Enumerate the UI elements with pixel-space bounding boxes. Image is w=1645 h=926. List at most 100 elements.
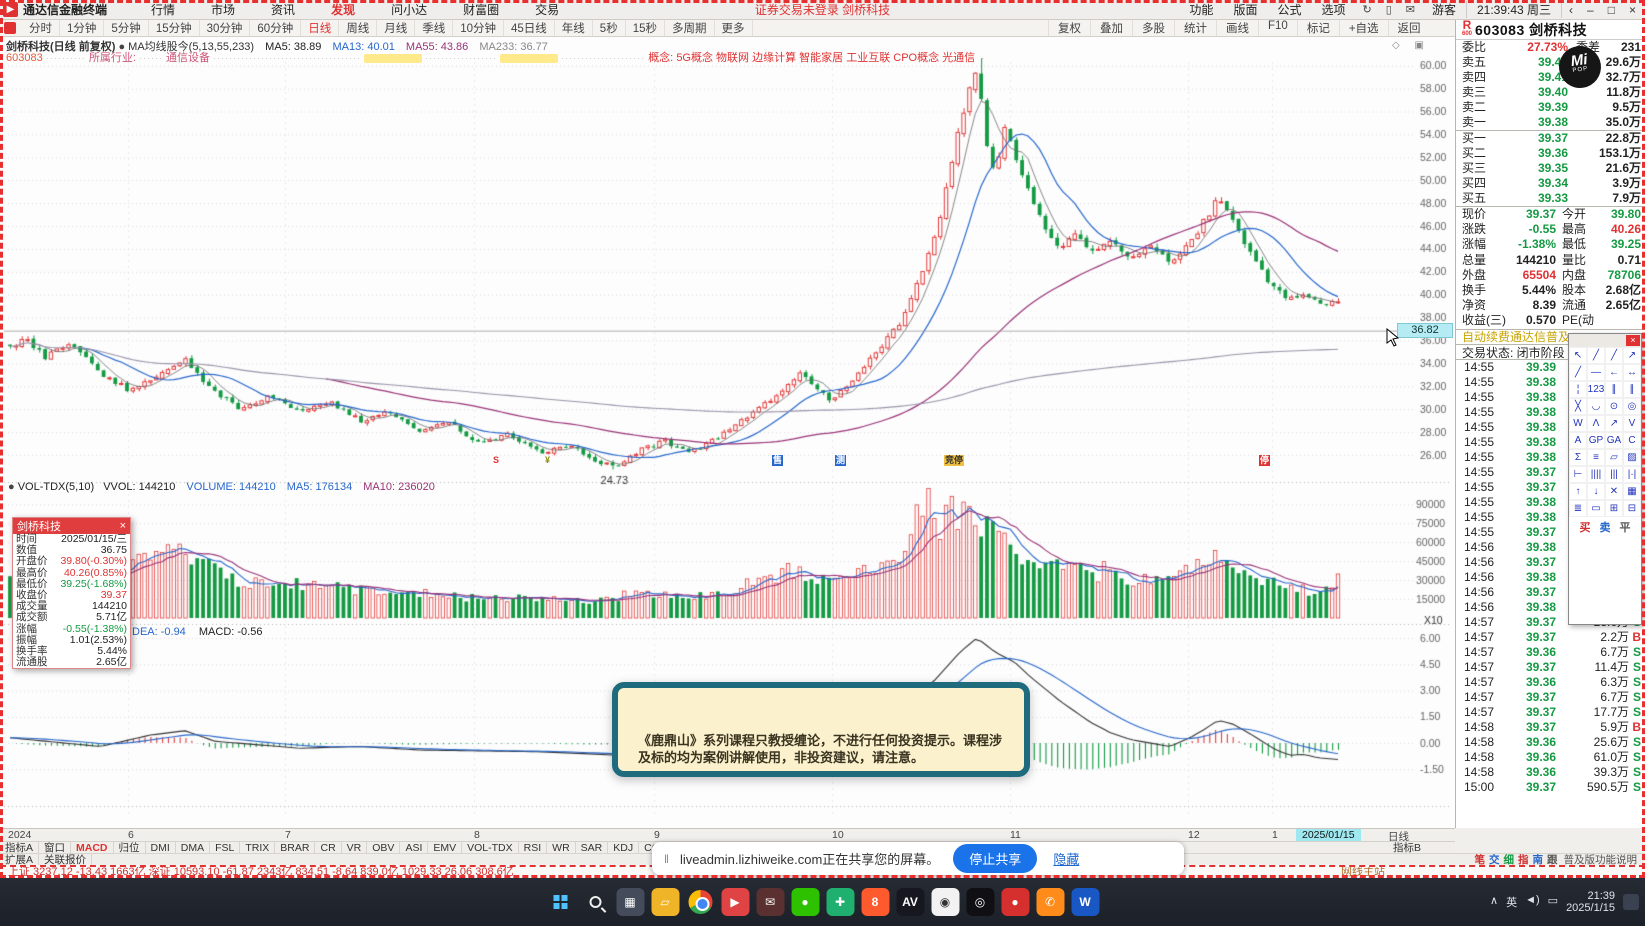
menu-问小达[interactable]: 问小达 <box>373 1 445 18</box>
mail-app-icon[interactable]: ✉ <box>756 888 784 916</box>
tool-叠加[interactable]: 叠加 <box>1090 20 1132 36</box>
message-icon[interactable]: ✉ <box>1399 3 1422 16</box>
tab-FSL[interactable]: FSL <box>210 842 241 854</box>
search-icon[interactable] <box>581 888 609 916</box>
tab-DMA[interactable]: DMA <box>176 842 211 854</box>
period-45日线[interactable]: 45日线 <box>504 20 555 36</box>
bid-row[interactable]: 买四 39.34 3.9万 <box>1456 176 1645 191</box>
close-icon[interactable]: × <box>1626 335 1640 346</box>
period-30分钟[interactable]: 30分钟 <box>200 20 251 36</box>
chart-marker[interactable]: 竞停 <box>944 455 965 466</box>
draw-tool-icon-39[interactable]: ⊟ <box>1623 500 1641 517</box>
period-多周期[interactable]: 多周期 <box>665 20 715 36</box>
tab-窗口[interactable]: 窗口 <box>39 842 72 854</box>
period-1分钟[interactable]: 1分钟 <box>60 20 105 36</box>
bid-row[interactable]: 买三 39.35 21.6万 <box>1456 161 1645 176</box>
draw-tool-icon-31[interactable]: |·| <box>1623 466 1641 483</box>
tray-expand-icon[interactable]: ∧ <box>1490 894 1498 910</box>
draw-tool-平[interactable]: 平 <box>1620 519 1631 535</box>
draw-tool-icon-19[interactable]: V <box>1623 415 1641 432</box>
tray-clock[interactable]: 21:39 2025/1/15 <box>1566 890 1615 914</box>
draw-tool-icon-11[interactable]: ∥ <box>1623 381 1641 398</box>
dingtalk-icon[interactable]: ✆ <box>1036 888 1064 916</box>
bid-row[interactable]: 买一 39.37 22.8万 <box>1456 131 1645 146</box>
draw-tool-icon-17[interactable]: Λ <box>1587 415 1605 432</box>
menu-功能[interactable]: 功能 <box>1179 1 1223 18</box>
draw-tool-icon-35[interactable]: ▦ <box>1623 483 1641 500</box>
battery-icon[interactable]: ▭ <box>1548 894 1558 910</box>
period-年线[interactable]: 年线 <box>555 20 593 36</box>
tool-画线[interactable]: 画线 <box>1216 20 1258 36</box>
tool-返回[interactable]: 返回 <box>1387 20 1430 36</box>
draw-tool-icon-24[interactable]: Σ <box>1569 449 1587 466</box>
menu-行情[interactable]: 行情 <box>133 1 193 18</box>
chart-type-icon[interactable] <box>4 22 16 34</box>
minimize-button[interactable]: – <box>1580 3 1601 17</box>
draw-tool-icon-18[interactable]: ↗ <box>1605 415 1623 432</box>
tab-EMV[interactable]: EMV <box>428 842 463 854</box>
period-周线[interactable]: 周线 <box>339 20 378 36</box>
chart-marker[interactable]: 停 <box>1259 455 1271 466</box>
period-15秒[interactable]: 15秒 <box>626 20 665 36</box>
tool-标记[interactable]: 标记 <box>1296 20 1339 36</box>
draw-tool-icon-27[interactable]: ▨ <box>1623 449 1641 466</box>
draw-tool-icon-23[interactable]: C <box>1623 432 1641 449</box>
notification-icon[interactable] <box>1623 894 1639 910</box>
ask-row[interactable]: 卖三 39.40 11.8万 <box>1456 85 1645 100</box>
period-季线[interactable]: 季线 <box>415 20 454 36</box>
tab-RSI[interactable]: RSI <box>519 842 548 854</box>
tab-SAR[interactable]: SAR <box>576 842 609 854</box>
video-app-icon[interactable]: ▶ <box>721 888 749 916</box>
draw-tool-icon-33[interactable]: ↓ <box>1587 483 1605 500</box>
draw-tool-icon-14[interactable]: ⊙ <box>1605 398 1623 415</box>
tab-VOL-TDX[interactable]: VOL-TDX <box>462 842 519 854</box>
menu-财富圈[interactable]: 财富圈 <box>445 1 517 18</box>
period-更多[interactable]: 更多 <box>715 20 753 36</box>
tab-ASI[interactable]: ASI <box>400 842 429 854</box>
menu-资讯[interactable]: 资讯 <box>253 1 313 18</box>
draw-tool-icon-4[interactable]: ╱ <box>1569 364 1587 381</box>
close-icon[interactable]: × <box>120 520 126 532</box>
ext-关联报价[interactable]: 关联报价 <box>39 854 93 866</box>
draw-tool-icon-10[interactable]: ∥ <box>1605 381 1623 398</box>
tool-统计[interactable]: 统计 <box>1174 20 1216 36</box>
period-日线[interactable]: 日线 <box>301 20 340 36</box>
task-view-icon[interactable]: ▦ <box>616 888 644 916</box>
draw-tool-icon-15[interactable]: ◎ <box>1623 398 1641 415</box>
draw-tool-icon-29[interactable]: |||| <box>1587 466 1605 483</box>
tab-TRIX[interactable]: TRIX <box>240 842 276 854</box>
period-60分钟[interactable]: 60分钟 <box>250 20 302 36</box>
file-explorer-icon[interactable]: ▱ <box>651 888 679 916</box>
tab-CR[interactable]: CR <box>315 842 342 854</box>
maximize-button[interactable]: □ <box>1601 3 1622 17</box>
draw-toolbar-titlebar[interactable]: × <box>1569 334 1641 347</box>
red-app-icon[interactable]: ● <box>1001 888 1029 916</box>
mobile-icon[interactable]: ▯ <box>1379 3 1399 16</box>
draw-tool-卖[interactable]: 卖 <box>1600 519 1611 535</box>
draw-tool-icon-22[interactable]: GA <box>1605 432 1623 449</box>
chart-marker[interactable]: 售 <box>772 455 784 466</box>
draw-tool-icon-7[interactable]: ↔ <box>1623 364 1641 381</box>
draw-tool-icon-30[interactable]: ||| <box>1605 466 1623 483</box>
draw-tool-icon-36[interactable]: ≣ <box>1569 500 1587 517</box>
ext-扩展A[interactable]: 扩展A <box>0 854 40 866</box>
tab-指标A[interactable]: 指标A <box>0 842 40 854</box>
menu-市场[interactable]: 市场 <box>193 1 253 18</box>
draw-tool-icon-9[interactable]: 123 <box>1587 381 1605 398</box>
hide-link[interactable]: 隐藏 <box>1053 849 1079 868</box>
draw-tool-icon-37[interactable]: ▭ <box>1587 500 1605 517</box>
menu-交易[interactable]: 交易 <box>517 1 577 18</box>
menu-发现[interactable]: 发现 <box>313 1 373 18</box>
draw-tool-icon-26[interactable]: ▱ <box>1605 449 1623 466</box>
tool-多股[interactable]: 多股 <box>1132 20 1174 36</box>
tool-复权[interactable]: 复权 <box>1048 20 1090 36</box>
panel-toggle-icons[interactable]: ◇ ▣ <box>1392 40 1430 51</box>
draw-tool-icon-34[interactable]: ✕ <box>1605 483 1623 500</box>
draw-tool-icon-6[interactable]: ← <box>1605 364 1623 381</box>
start-button[interactable] <box>546 888 574 916</box>
tab-DMI[interactable]: DMI <box>146 842 176 854</box>
bid-row[interactable]: 买五 39.33 7.9万 <box>1456 191 1645 206</box>
tab-BRAR[interactable]: BRAR <box>275 842 316 854</box>
draw-tool-icon-25[interactable]: ≡ <box>1587 449 1605 466</box>
draw-tool-icon-16[interactable]: W <box>1569 415 1587 432</box>
